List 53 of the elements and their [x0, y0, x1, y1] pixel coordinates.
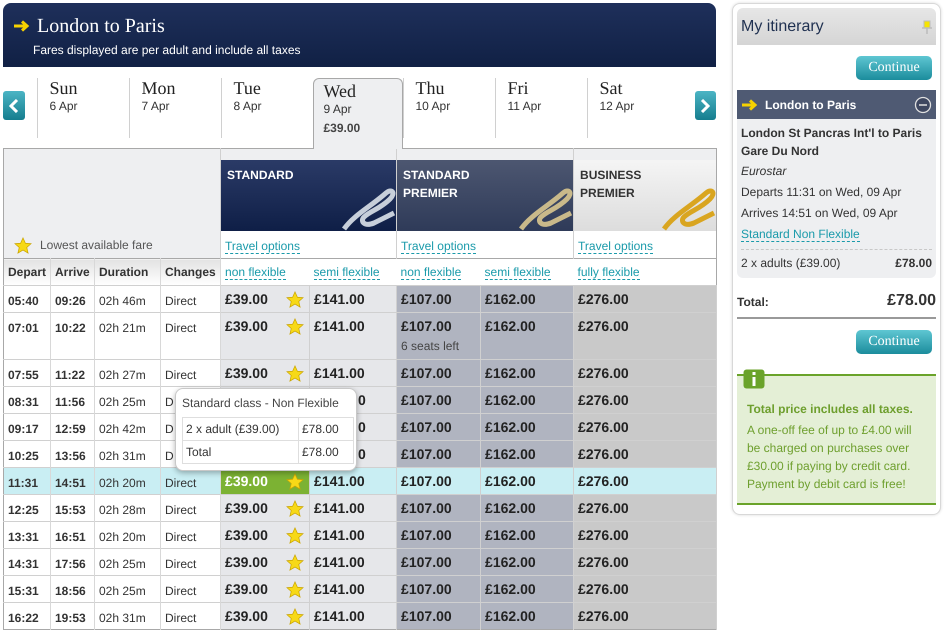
arrival-text: Arrives 14:51 on Wed, 09 Apr	[741, 205, 899, 222]
passengers-amount: £78.00	[895, 255, 932, 272]
previous-button[interactable]	[3, 91, 24, 120]
fare-price[interactable]: £39.00	[225, 317, 268, 335]
day-tab[interactable]: Sat 12 Apr	[586, 78, 678, 138]
next-button[interactable]	[694, 91, 716, 120]
page-subtitle: Fares displayed are per adult and include all taxes	[32, 42, 302, 59]
collapse-icon[interactable]	[914, 96, 932, 114]
fare-price[interactable]: £162.00	[485, 472, 536, 490]
seats-left-note: 6 seats left	[401, 338, 460, 355]
day-tab[interactable]: Sun 6 Apr	[36, 78, 128, 138]
column-header: Arrive	[50, 258, 94, 286]
total-label: Total:	[737, 294, 769, 311]
tooltip-label: 2 x adult (£39.00)	[182, 418, 298, 440]
depart-time: 16:22	[4, 602, 50, 630]
tooltip-amount: £78.00	[298, 440, 354, 464]
legend-label: Lowest available fare	[40, 237, 153, 254]
passengers-text: 2 x adults (£39.00)	[741, 255, 840, 272]
column-header: Duration	[94, 258, 160, 286]
fare-price[interactable]: £141.00	[314, 472, 365, 490]
journey-title: London to Paris	[765, 96, 858, 114]
day-tab[interactable]: Mon 7 Apr	[128, 78, 220, 138]
info-title: Total price includes all taxes.	[747, 401, 914, 418]
fare-class-name: BUSINESS PREMIER	[579, 167, 642, 202]
panel-title: My itinerary	[741, 16, 824, 36]
chevron-right-icon	[700, 98, 710, 112]
arrive-time: 19:53	[50, 602, 94, 630]
star-icon	[14, 236, 32, 254]
operator-text: Eurostar	[741, 163, 788, 180]
chevron-left-icon	[8, 98, 19, 112]
day-tab[interactable]: Wed 9 Apr £39.00	[312, 78, 402, 149]
fare-price[interactable]: £107.00	[401, 317, 452, 335]
column-header: Changes	[160, 258, 221, 286]
duration: 02h 31m	[94, 602, 160, 630]
departure-text: Departs 11:31 on Wed, 09 Apr	[741, 184, 902, 201]
arrow-icon	[13, 20, 31, 32]
ribbon-icon	[517, 187, 574, 231]
ribbon-icon	[660, 187, 716, 231]
tooltip-label: Total	[182, 440, 298, 464]
tooltip-amount: £78.00	[298, 418, 354, 440]
fare-price[interactable]: £107.00	[401, 472, 452, 490]
day-tab[interactable]: Fri 11 Apr	[494, 78, 586, 138]
column-header: Depart	[4, 258, 50, 286]
page-title: London to Paris	[37, 15, 165, 37]
info-text: A one-off fee of up to £4.00 will be charged on purchases over £30.00 if paying by credit card. Payment by debit card is free!	[747, 422, 913, 493]
arrow-icon	[741, 98, 759, 110]
fare-class-name: STANDARD	[226, 167, 294, 184]
day-tab[interactable]: Thu 10 Apr	[402, 78, 494, 138]
route-text: London St Pancras Int'l to Paris Gare Du Nord	[741, 125, 923, 160]
fare-price[interactable]: £276.00	[578, 317, 629, 335]
total-amount: £78.00	[887, 291, 936, 311]
fare-class-name: STANDARD PREMIER	[402, 167, 470, 202]
fare-price[interactable]: £276.00	[578, 472, 629, 490]
